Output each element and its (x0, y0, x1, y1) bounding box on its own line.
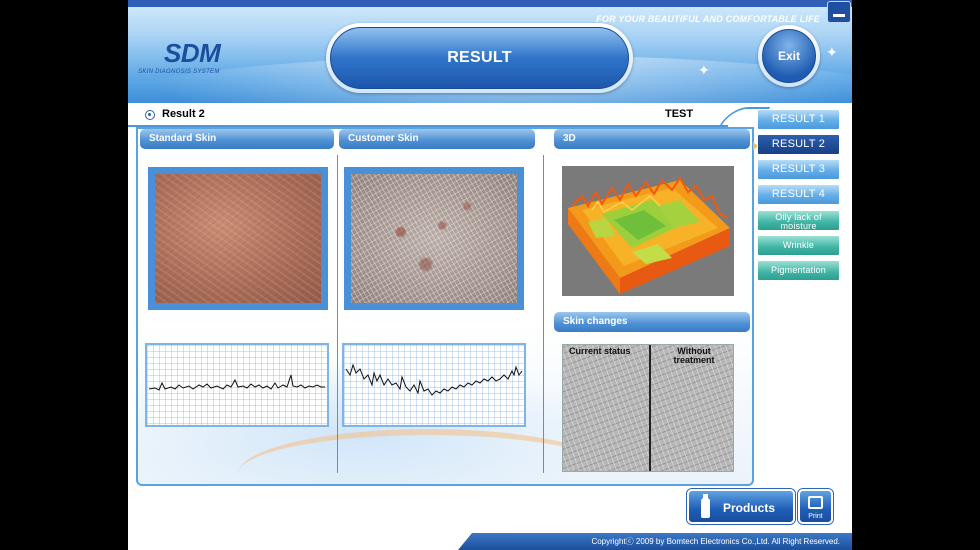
sparkle-icon: ✦ (826, 44, 838, 60)
without-treatment-label: Without treatment (673, 346, 715, 365)
tab-result-3[interactable]: RESULT 3 (757, 159, 840, 180)
tab-wrinkle[interactable]: Wrinkle (757, 235, 840, 256)
standard-skin-image-frame (148, 167, 328, 310)
exit-label: Exit (762, 29, 816, 83)
products-button[interactable]: Products (687, 489, 795, 524)
minimize-icon (833, 14, 845, 17)
skin-changes-comparison-image: Current status Without treatment (562, 344, 734, 472)
copyright-footer: Copyrightⓒ 2009 by Bomtech Electronics C… (458, 533, 852, 550)
column-divider (543, 155, 544, 473)
print-label: Print (808, 513, 823, 520)
products-label: Products (723, 501, 776, 515)
current-status-label: Current status (569, 346, 631, 356)
exit-button[interactable]: Exit (758, 25, 820, 87)
bottle-icon (701, 494, 710, 518)
result-side-tabs: RESULT 1 RESULT 2 RESULT 3 RESULT 4 Oily… (753, 107, 852, 285)
skin-changes-title: Skin changes (554, 312, 750, 332)
app-logo: SDM (164, 38, 221, 68)
tab-pigmentation[interactable]: Pigmentation (757, 260, 840, 281)
test-label: TEST (665, 108, 694, 120)
tagline: FOR YOUR BEAUTIFUL AND COMFORTABLE LIFE (596, 14, 820, 24)
column-divider (337, 155, 338, 473)
sparkle-icon: ✦ (698, 62, 710, 78)
result-radio-icon (145, 110, 155, 120)
app-logo-subtitle: SKIN DIAGNOSIS SYSTEM (138, 69, 220, 75)
standard-skin-title: Standard Skin (140, 129, 334, 149)
minimize-button[interactable] (827, 1, 851, 23)
tab-oily-lack-of-moisture[interactable]: Oily lack of moisture (757, 210, 840, 231)
standard-skin-profile-graph (145, 343, 329, 427)
tab-result-1[interactable]: RESULT 1 (757, 109, 840, 130)
tab-result-2[interactable]: RESULT 2 (757, 134, 840, 155)
customer-skin-image-frame (344, 167, 524, 310)
print-button[interactable]: Print (798, 489, 833, 524)
current-result-label: Result 2 (162, 108, 205, 120)
printer-icon (808, 496, 823, 509)
customer-skin-profile-graph (342, 343, 526, 427)
tab-result-4[interactable]: RESULT 4 (757, 184, 840, 205)
app-window: FOR YOUR BEAUTIFUL AND COMFORTABLE LIFE … (128, 0, 852, 550)
3d-skin-render (562, 166, 734, 296)
page-title: RESULT (330, 27, 629, 89)
result-panel: Standard Skin Customer Skin 3D Skin chan… (136, 127, 754, 486)
customer-skin-title: Customer Skin (339, 129, 535, 149)
standard-skin-image (155, 174, 321, 303)
customer-skin-image (351, 174, 517, 303)
3d-title: 3D (554, 129, 750, 149)
comparison-divider (649, 345, 651, 471)
header-banner: FOR YOUR BEAUTIFUL AND COMFORTABLE LIFE … (128, 0, 852, 103)
page-title-pill: RESULT (326, 23, 633, 93)
